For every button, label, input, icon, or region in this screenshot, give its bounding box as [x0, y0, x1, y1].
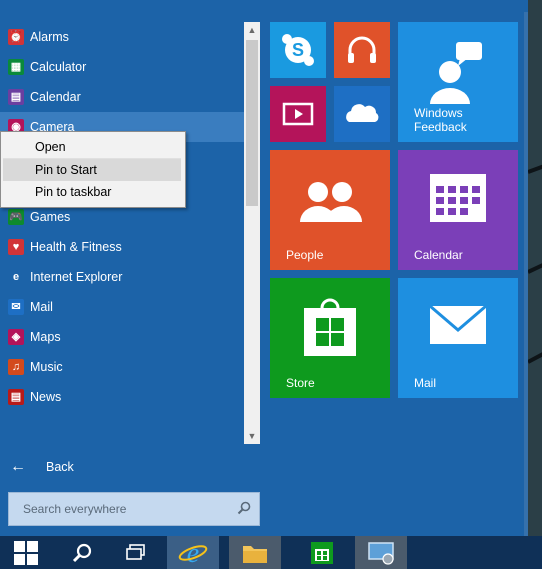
back-arrow-icon: ← — [10, 458, 26, 475]
taskbar: e — [0, 536, 542, 569]
game-controller-icon: 🎮 — [8, 209, 24, 225]
menu-item-open-label: Open — [35, 140, 66, 154]
app-item-label: Maps — [30, 330, 61, 344]
skype-icon: S — [282, 34, 314, 66]
pc-settings-icon — [368, 541, 394, 565]
map-icon: ◈ — [8, 329, 24, 345]
search-box[interactable] — [8, 492, 260, 526]
skype-tile[interactable]: S — [270, 22, 326, 78]
app-item-label: News — [30, 390, 62, 404]
onedrive-tile[interactable] — [334, 86, 390, 142]
start-menu: ⏰Alarms▦Calculator▤Calendar◉Camera🍴Food … — [0, 0, 528, 536]
news-icon: ▤ — [8, 389, 24, 405]
internet-explorer-taskbar-button[interactable]: e — [167, 536, 219, 569]
app-item-label: Calendar — [30, 90, 81, 104]
file-explorer-taskbar-button[interactable] — [229, 536, 281, 569]
app-item-label: Health & Fitness — [30, 240, 122, 254]
app-item-alarms[interactable]: ⏰ Alarms — [0, 22, 244, 52]
heart-icon: ♥ — [8, 239, 24, 255]
people-tile[interactable]: People — [270, 150, 390, 270]
menu-item-pin-to-start-label: Pin to Start — [35, 163, 97, 177]
app-item-label: Games — [30, 210, 71, 224]
app-item-label: Mail — [30, 300, 53, 314]
folder-icon — [243, 545, 267, 563]
menu-item-pin-to-taskbar-label: Pin to taskbar — [35, 185, 112, 199]
task-view-button[interactable] — [110, 536, 162, 569]
app-item-maps[interactable]: ◈ Maps — [0, 322, 244, 352]
alarm-clock-icon: ⏰ — [8, 29, 24, 45]
windows-feedback-tile[interactable]: Windows Feedback — [398, 22, 518, 142]
settings-taskbar-button[interactable] — [355, 536, 407, 569]
cloud-icon — [346, 104, 379, 122]
app-item-label: Internet Explorer — [30, 270, 123, 284]
store-label: Store — [286, 376, 315, 390]
app-item-label: Alarms — [30, 30, 69, 44]
people-label: People — [286, 248, 324, 262]
windows-logo-icon — [14, 540, 38, 565]
mail-tile[interactable]: Mail — [398, 278, 518, 398]
magnifier-icon — [72, 543, 92, 562]
store-bag-icon — [311, 541, 333, 564]
store-tile[interactable]: Store — [270, 278, 390, 398]
headphones-icon: ♫ — [8, 359, 24, 375]
svg-text:e: e — [187, 539, 199, 567]
back-button[interactable]: ← Back — [0, 454, 244, 482]
calculator-icon: ▦ — [8, 59, 24, 75]
internet-explorer-icon: e — [8, 269, 24, 285]
desktop-background — [528, 0, 542, 536]
back-label: Back — [46, 460, 74, 474]
windows-feedback-label: Windows Feedback — [414, 106, 467, 134]
start-button[interactable] — [0, 536, 52, 569]
start-menu-edge — [524, 12, 528, 536]
context-menu: Open Pin to Start Pin to taskbar — [0, 131, 186, 208]
menu-item-open[interactable]: Open — [3, 136, 181, 158]
scrollbar-thumb[interactable] — [246, 40, 258, 206]
music-tile[interactable] — [334, 22, 390, 78]
search-icon[interactable] — [237, 501, 251, 515]
task-view-icon — [126, 543, 145, 560]
headphones-icon — [348, 36, 376, 63]
taskbar-search-button[interactable] — [56, 536, 108, 569]
mail-icon: ✉ — [8, 299, 24, 315]
store-taskbar-button[interactable] — [296, 536, 348, 569]
calendar-icon: ▤ — [8, 89, 24, 105]
mail-label: Mail — [414, 376, 437, 390]
app-item-music[interactable]: ♫ Music — [0, 352, 244, 382]
calendar-label: Calendar — [414, 248, 463, 262]
scroll-down-icon[interactable]: ▼ — [244, 428, 260, 444]
app-item-internet-explorer[interactable]: e Internet Explorer — [0, 262, 244, 292]
search-input[interactable] — [21, 501, 225, 517]
app-item-label: Music — [30, 360, 63, 374]
internet-explorer-icon: e — [178, 539, 208, 567]
video-tile[interactable] — [270, 86, 326, 142]
menu-item-pin-to-taskbar[interactable]: Pin to taskbar — [3, 181, 181, 203]
calendar-tile[interactable]: Calendar — [398, 150, 518, 270]
menu-item-pin-to-start[interactable]: Pin to Start — [3, 159, 181, 181]
app-item-calendar[interactable]: ▤ Calendar — [0, 82, 244, 112]
svg-text:S: S — [292, 40, 304, 60]
app-item-news[interactable]: ▤ News — [0, 382, 244, 412]
scroll-up-icon[interactable]: ▲ — [244, 22, 260, 38]
app-item-calculator[interactable]: ▦ Calculator — [0, 52, 244, 82]
app-list-scrollbar[interactable]: ▲ ▼ — [244, 22, 260, 444]
app-item-label: Calculator — [30, 60, 87, 74]
app-item-health-fitness[interactable]: ♥ Health & Fitness — [0, 232, 244, 262]
video-play-icon — [282, 102, 314, 126]
app-item-mail[interactable]: ✉ Mail — [0, 292, 244, 322]
